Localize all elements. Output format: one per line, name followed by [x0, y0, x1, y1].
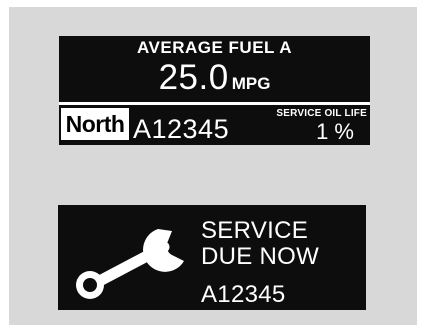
fuel-value-row: 25.0 MPG — [59, 58, 370, 98]
wrench-icon — [76, 229, 184, 299]
service-odometer: A12345 — [201, 281, 286, 308]
oil-life-label: SERVICE OIL LIFE — [276, 108, 367, 119]
service-due-display: SERVICE DUE NOW A12345 — [58, 205, 366, 310]
service-line-1: SERVICE — [201, 217, 309, 244]
fuel-economy-unit: MPG — [231, 74, 271, 93]
odometer-reading: A12345 — [133, 114, 230, 144]
oil-life-value: 1 % — [316, 119, 354, 144]
fuel-economy-value: 25.0 — [158, 58, 229, 97]
average-fuel-display: AVERAGE FUEL A 25.0 MPG North A12345 SERV… — [59, 36, 370, 145]
compass-heading: North — [61, 108, 129, 140]
display-title: AVERAGE FUEL A — [137, 38, 292, 57]
display-divider — [59, 102, 370, 105]
service-line-2: DUE NOW — [201, 243, 320, 270]
